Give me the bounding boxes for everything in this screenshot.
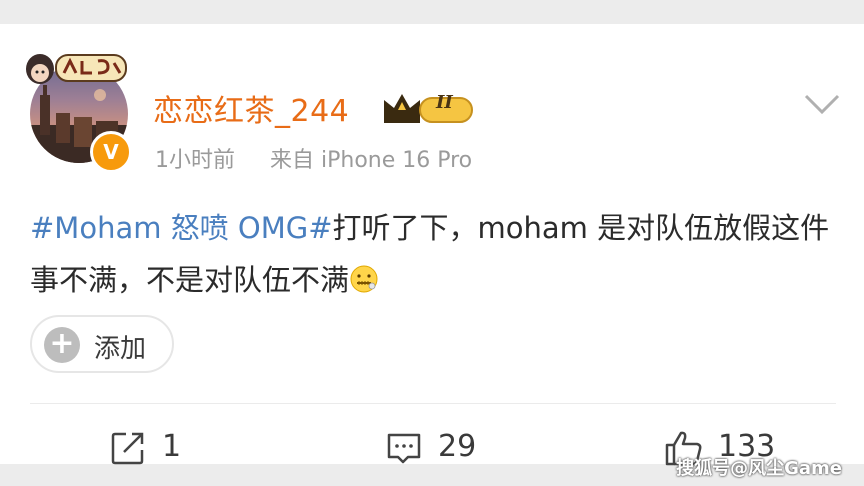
comment-button[interactable]: 29 [386,426,496,472]
username[interactable]: 恋恋红茶_244 [153,86,349,130]
divider [30,403,836,404]
zipper-mouth-emoji-icon [350,265,378,293]
vip-level: II [436,92,453,113]
avatar-decoration-icon [26,54,127,84]
hashtag-link[interactable]: #Moham 怒喷 OMG# [30,211,333,245]
repost-count: 1 [162,429,182,464]
comment-icon [387,433,421,464]
post-time: 1小时前 [155,148,235,173]
comment-count: 29 [438,429,477,464]
post-content: #Moham 怒喷 OMG#打听了下，moham 是对队伍放假这件事不满，不是对… [30,202,840,306]
post-source: 来自 iPhone 16 Pro [270,148,473,173]
repost-icon [111,432,144,465]
watermark: 搜狐号@风尘Game [676,458,842,479]
vip-crown-icon[interactable] [380,88,476,128]
user-avatar[interactable]: V [26,49,132,173]
plus-icon: + [44,327,80,363]
more-chevron-icon[interactable] [800,90,844,120]
repost-button[interactable]: 1 [110,426,200,472]
add-button[interactable]: + 添加 [30,315,174,373]
weibo-post-card: V 恋恋红茶_244 II 1小时前 来自 iPhone 16 Pro #Moh… [0,24,864,466]
add-button-label: 添加 [94,334,147,364]
verified-icon: V [90,131,132,173]
